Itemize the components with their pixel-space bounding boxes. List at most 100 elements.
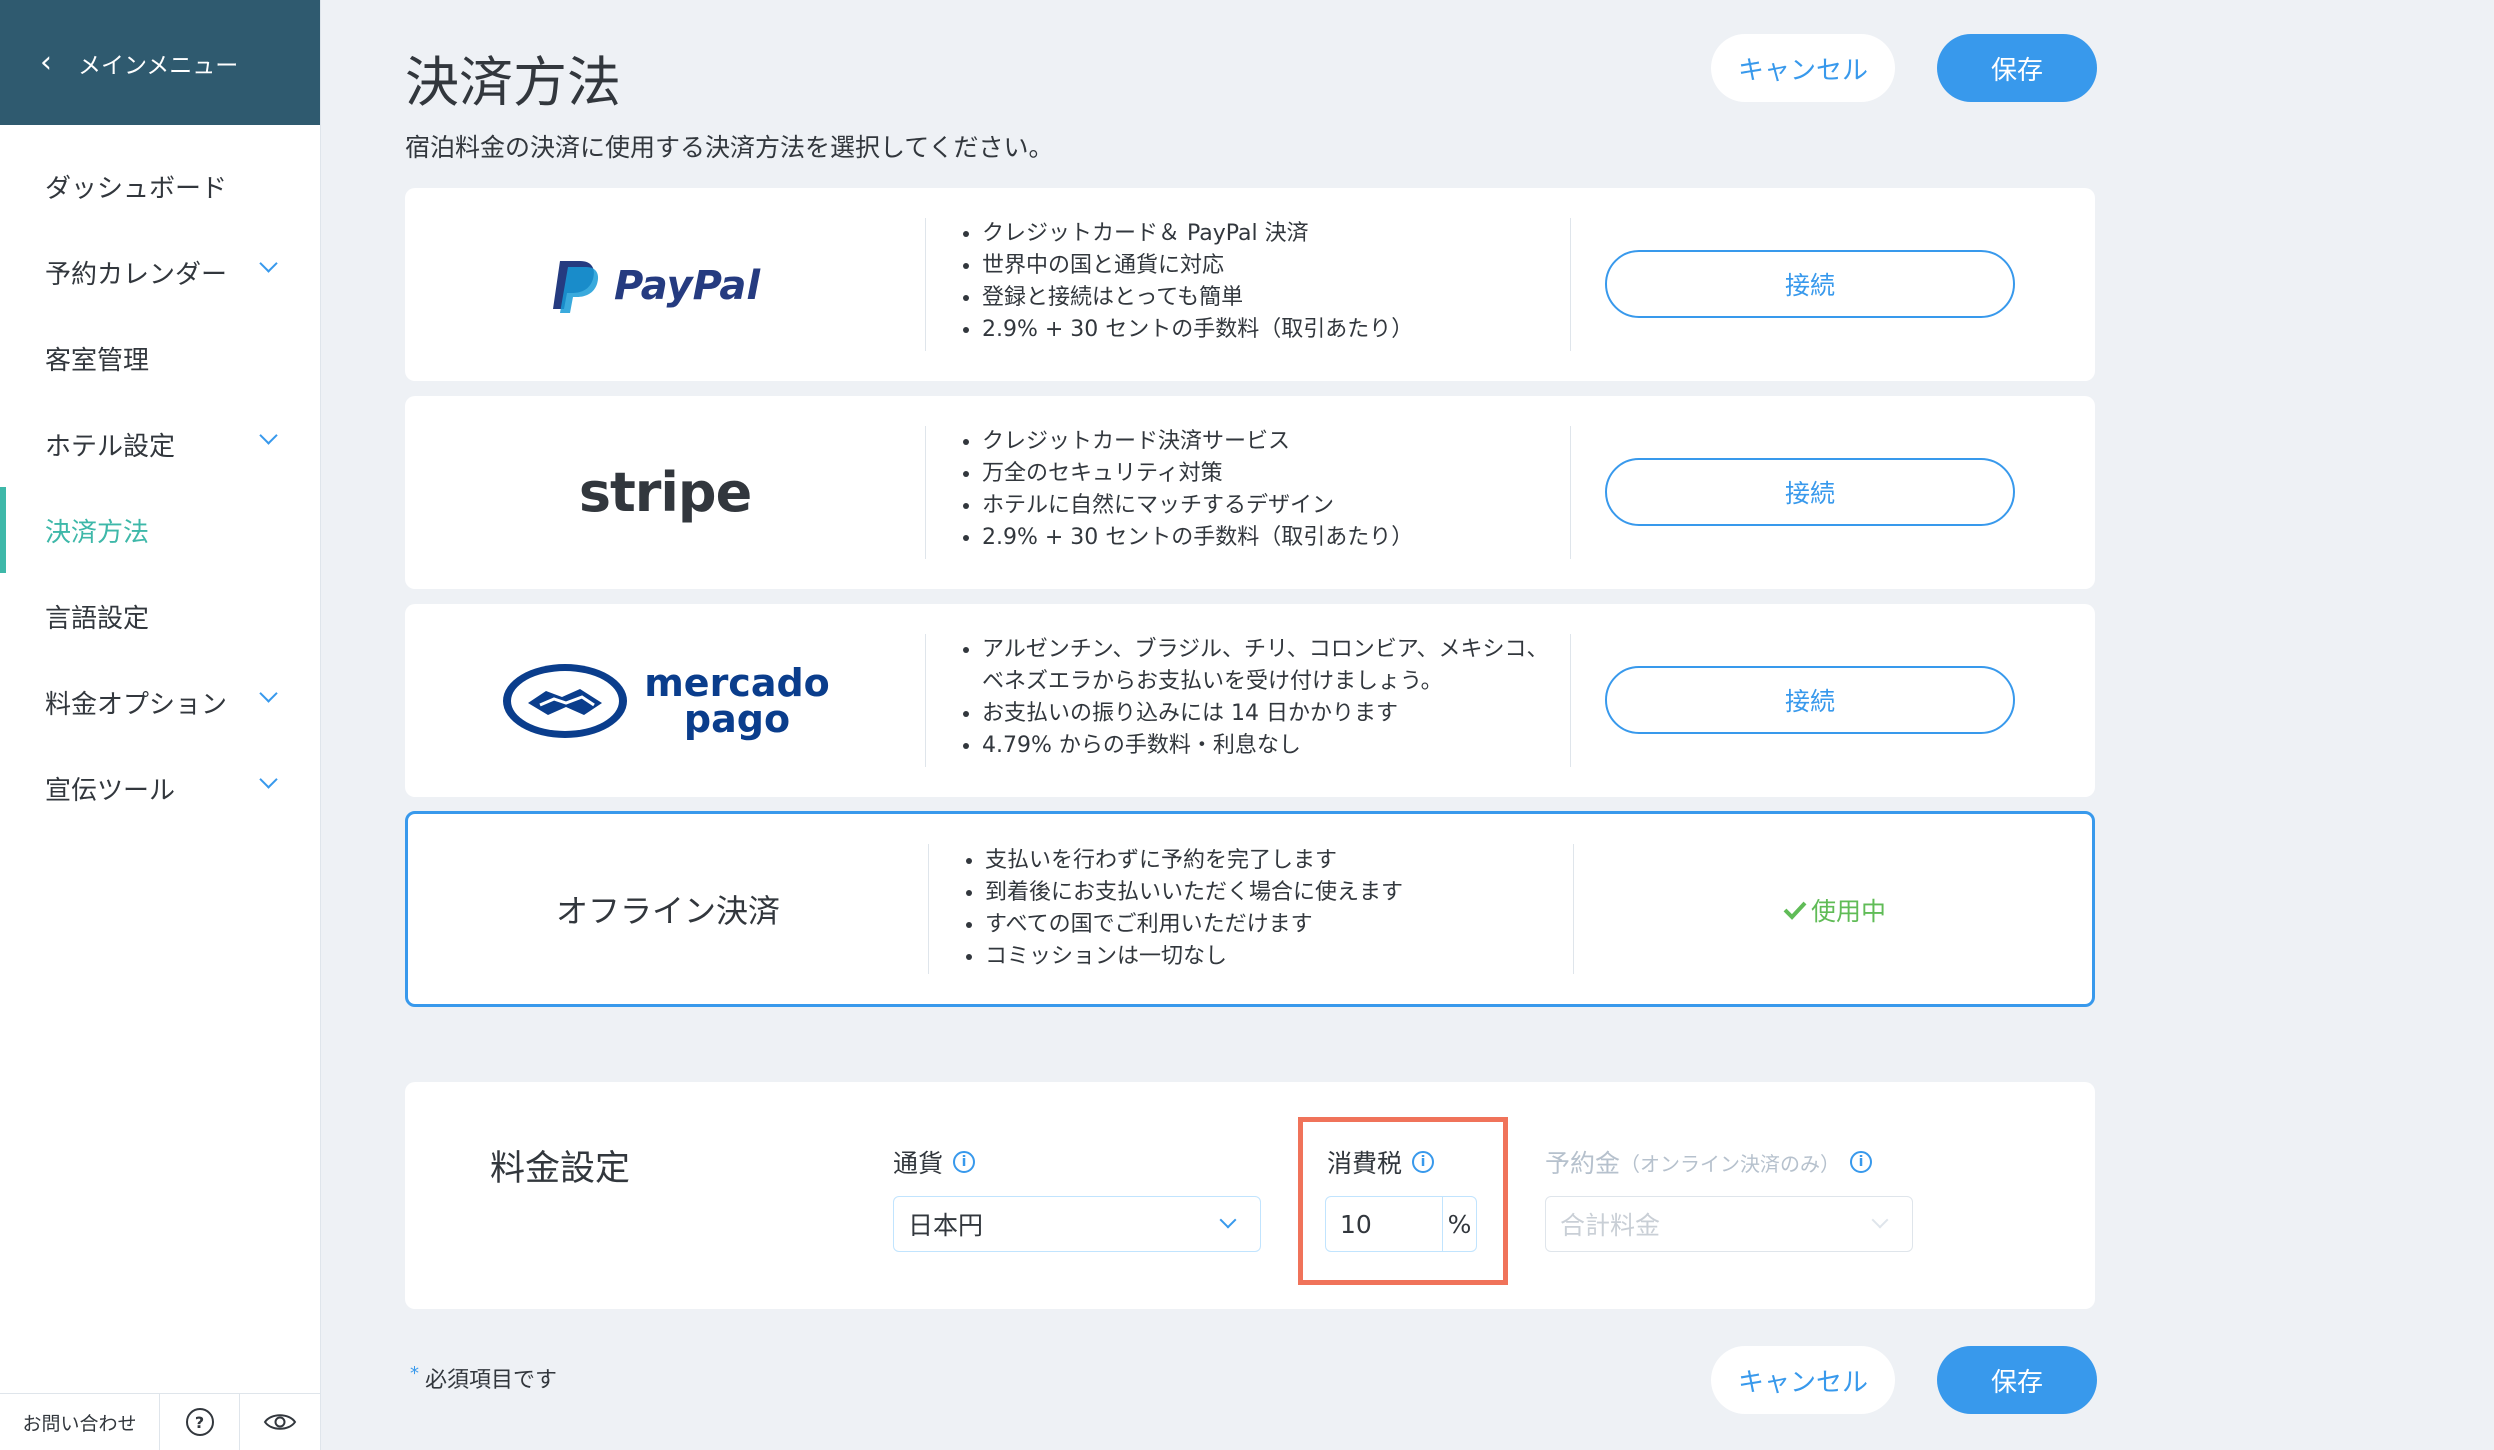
handshake-icon: [503, 663, 628, 738]
footer-cancel-button[interactable]: キャンセル: [1711, 1346, 1895, 1414]
feature-item: 2.9% + 30 セントの手数料（取引あたり）: [982, 314, 1562, 346]
sidebar-item-label: ダッシュボード: [45, 173, 228, 204]
sidebar: ‹ メインメニュー ダッシュボード 予約カレンダー 客室管理 ホテル設定 決済方…: [0, 0, 321, 1450]
chevron-down-icon: [1219, 1211, 1237, 1229]
currency-select[interactable]: 日本円: [893, 1196, 1261, 1252]
deposit-placeholder: 合計料金: [1560, 1211, 1661, 1240]
chevron-down-icon: [259, 254, 278, 273]
question-icon: ?: [185, 1408, 214, 1436]
footer-save-button[interactable]: 保存: [1937, 1346, 2097, 1414]
sidebar-item-promotion-tools[interactable]: 宣伝ツール: [0, 745, 320, 831]
offline-payment-card[interactable]: オフライン決済 支払いを行わずに予約を完了します 到着後にお支払いいただく場合に…: [405, 811, 2095, 1007]
divider: [1570, 218, 1571, 351]
stripe-card: stripe クレジットカード決済サービス 万全のセキュリティ対策 ホテルに自然…: [405, 396, 2095, 589]
asterisk-icon: *: [410, 1362, 419, 1384]
page-title: 決済方法: [405, 51, 621, 114]
feature-item: クレジットカード＆ PayPal 決済: [982, 218, 1562, 250]
chevron-left-icon: ‹: [40, 44, 52, 80]
sidebar-item-hotel-settings[interactable]: ホテル設定: [0, 401, 320, 487]
connect-stripe-button[interactable]: 接続: [1605, 458, 2015, 526]
sidebar-item-label: 決済方法: [45, 517, 150, 548]
deposit-label-text: 予約金: [1545, 1149, 1621, 1178]
feature-item: クレジットカード決済サービス: [982, 426, 1562, 458]
mercadopago-wordmark: mercado pago: [644, 660, 830, 738]
sidebar-item-label: 客室管理: [45, 345, 150, 376]
stripe-logo: stripe: [405, 396, 925, 589]
divider: [925, 426, 926, 559]
feature-item: お支払いの振り込みには 14 日かかります: [982, 698, 1562, 730]
sidebar-item-price-options[interactable]: 料金オプション: [0, 659, 320, 745]
sidebar-item-language[interactable]: 言語設定: [0, 573, 320, 659]
info-icon[interactable]: i: [1850, 1151, 1873, 1173]
divider: [1570, 634, 1571, 767]
active-status-label: 使用中: [1811, 897, 1887, 926]
sidebar-footer: お問い合わせ ?: [0, 1393, 320, 1450]
divider: [1570, 426, 1571, 559]
active-status: 使用中: [1783, 892, 1886, 928]
back-to-main-menu[interactable]: ‹ メインメニュー: [0, 0, 320, 125]
feature-item: 登録と接続はとっても簡単: [982, 282, 1562, 314]
currency-label: 通貨 i: [893, 1144, 976, 1180]
feature-item: 万全のセキュリティ対策: [982, 458, 1562, 490]
feature-item: ホテルに自然にマッチするデザイン: [982, 490, 1562, 522]
mercadopago-card: mercado pago アルゼンチン、ブラジル、チリ、コロンビア、メキシコ、ベ…: [405, 604, 2095, 797]
deposit-select[interactable]: 合計料金: [1545, 1196, 1913, 1252]
divider: [928, 844, 929, 974]
mercadopago-logo: mercado pago: [405, 604, 925, 797]
feature-item: すべての国でご利用いただけます: [985, 909, 1565, 941]
offline-features: 支払いを行わずに予約を完了します 到着後にお支払いいただく場合に使えます すべて…: [963, 845, 1565, 973]
tax-input[interactable]: [1326, 1197, 1442, 1251]
save-button[interactable]: 保存: [1937, 34, 2097, 102]
info-icon[interactable]: i: [953, 1151, 976, 1173]
sidebar-item-booking-calendar[interactable]: 予約カレンダー: [0, 229, 320, 315]
sidebar-item-dashboard[interactable]: ダッシュボード: [0, 143, 320, 229]
mercadopago-logo-text-1: mercado: [644, 660, 830, 705]
divider: [925, 218, 926, 351]
page-subtitle: 宿泊料金の決済に使用する決済方法を選択してください。: [405, 133, 1054, 162]
feature-item: 支払いを行わずに予約を完了します: [985, 845, 1565, 877]
stripe-features: クレジットカード決済サービス 万全のセキュリティ対策 ホテルに自然にマッチするデ…: [960, 426, 1562, 554]
checkmark-icon: [1783, 901, 1807, 920]
chevron-down-icon: [259, 426, 278, 445]
paypal-features: クレジットカード＆ PayPal 決済 世界中の国と通貨に対応 登録と接続はとっ…: [960, 218, 1562, 346]
chevron-down-icon: [1871, 1211, 1889, 1229]
pricing-settings-panel: 料金設定 通貨 i 日本円 消費税 i % 予約金 （オンライン決済のみ） i …: [405, 1082, 2095, 1309]
required-note-text: 必須項目です: [425, 1368, 558, 1393]
preview-button[interactable]: [240, 1394, 320, 1450]
eye-icon: [263, 1414, 297, 1430]
connect-paypal-button[interactable]: 接続: [1605, 250, 2015, 318]
tax-field: %: [1325, 1196, 1477, 1252]
cancel-button[interactable]: キャンセル: [1711, 34, 1895, 102]
sidebar-item-label: 料金オプション: [45, 689, 228, 720]
feature-item: コミッションは一切なし: [985, 941, 1565, 973]
feature-item: 4.79% からの手数料・利息なし: [982, 730, 1562, 762]
sidebar-nav: ダッシュボード 予約カレンダー 客室管理 ホテル設定 決済方法 言語設定 料金オ…: [0, 125, 320, 831]
sidebar-item-label: ホテル設定: [45, 431, 176, 462]
sidebar-item-label: 予約カレンダー: [45, 259, 228, 290]
paypal-logo: PayPal: [405, 188, 925, 381]
connect-mercadopago-button[interactable]: 接続: [1605, 666, 2015, 734]
paypal-card: PayPal クレジットカード＆ PayPal 決済 世界中の国と通貨に対応 登…: [405, 188, 2095, 381]
feature-item: 到着後にお支払いいただく場合に使えます: [985, 877, 1565, 909]
chevron-down-icon: [259, 770, 278, 789]
deposit-label: 予約金 （オンライン決済のみ） i: [1545, 1144, 1873, 1180]
offline-payment-title: オフライン決済: [555, 892, 780, 930]
chevron-down-icon: [259, 684, 278, 703]
pricing-title: 料金設定: [490, 1149, 631, 1189]
offline-title-area: オフライン決済: [408, 814, 928, 1004]
currency-label-text: 通貨: [893, 1149, 944, 1178]
mercadopago-features: アルゼンチン、ブラジル、チリ、コロンビア、メキシコ、ベネズエラからお支払いを受け…: [960, 634, 1562, 762]
feature-item: 世界中の国と通貨に対応: [982, 250, 1562, 282]
feature-item: アルゼンチン、ブラジル、チリ、コロンビア、メキシコ、ベネズエラからお支払いを受け…: [982, 634, 1562, 698]
sidebar-item-label: 言語設定: [45, 603, 150, 634]
percent-suffix: %: [1442, 1197, 1476, 1251]
contact-link[interactable]: お問い合わせ: [0, 1394, 160, 1450]
info-icon[interactable]: i: [1412, 1151, 1435, 1173]
sidebar-item-rooms[interactable]: 客室管理: [0, 315, 320, 401]
help-button[interactable]: ?: [160, 1394, 240, 1450]
deposit-sublabel: （オンライン決済のみ）: [1620, 1151, 1841, 1176]
back-label: メインメニュー: [78, 52, 239, 79]
feature-item: 2.9% + 30 セントの手数料（取引あたり）: [982, 522, 1562, 554]
sidebar-item-payment-methods[interactable]: 決済方法: [0, 487, 320, 573]
paypal-logo-graphic: PayPal: [553, 260, 761, 313]
